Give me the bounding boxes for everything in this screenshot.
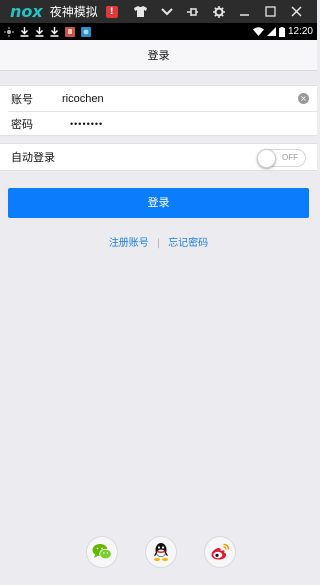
nox-logo: nox bbox=[10, 2, 43, 21]
app-notification-icon bbox=[65, 26, 75, 37]
login-form: 账号 ricochen × 密码 •••••••• bbox=[0, 85, 317, 136]
brightness-icon bbox=[4, 26, 14, 37]
password-input[interactable]: •••••••• bbox=[70, 119, 270, 129]
weibo-icon[interactable] bbox=[204, 536, 236, 568]
gear-icon[interactable] bbox=[206, 0, 232, 23]
auto-login-label: 自动登录 bbox=[11, 151, 55, 164]
emulator-title-bar: nox 夜神模拟 ! bbox=[0, 0, 317, 23]
close-icon[interactable] bbox=[284, 0, 310, 23]
password-label: 密码 bbox=[11, 118, 33, 131]
battery-icon bbox=[278, 26, 285, 37]
chevron-down-icon[interactable] bbox=[154, 0, 180, 23]
notification-icons bbox=[4, 26, 91, 37]
password-row: 密码 •••••••• bbox=[8, 111, 317, 136]
toggle-knob bbox=[257, 149, 276, 168]
nav-bar: 登录 bbox=[0, 40, 317, 71]
qq-icon[interactable] bbox=[145, 536, 177, 568]
register-link[interactable]: 注册账号 bbox=[109, 238, 149, 249]
pin-icon[interactable] bbox=[180, 0, 206, 23]
shirt-icon[interactable] bbox=[128, 0, 154, 23]
account-links: 注册账号 | 忘记密码 bbox=[0, 234, 317, 249]
page-title: 登录 bbox=[147, 49, 170, 62]
account-label: 账号 bbox=[11, 92, 33, 106]
clear-icon[interactable]: × bbox=[298, 93, 309, 104]
social-login bbox=[0, 536, 317, 568]
emulator-toolbar bbox=[128, 0, 310, 23]
maximize-icon[interactable] bbox=[258, 0, 284, 23]
download-icon bbox=[35, 26, 44, 37]
toggle-state-text: OFF bbox=[282, 153, 298, 162]
wechat-icon[interactable] bbox=[86, 536, 118, 568]
emulator-title: 夜神模拟 bbox=[49, 5, 98, 19]
login-button[interactable]: 登录 bbox=[8, 188, 309, 218]
system-icons: 12:20 bbox=[252, 26, 313, 37]
status-bar: 12:20 bbox=[0, 23, 317, 40]
forgot-password-link[interactable]: 忘记密码 bbox=[168, 238, 208, 249]
alert-icon[interactable]: ! bbox=[105, 5, 118, 18]
download-icon bbox=[50, 26, 59, 37]
wifi-icon bbox=[252, 27, 264, 36]
auto-login-toggle[interactable]: OFF bbox=[257, 149, 306, 168]
status-time: 12:20 bbox=[287, 26, 313, 37]
minimize-icon[interactable] bbox=[232, 0, 258, 23]
account-row: 账号 ricochen × bbox=[0, 86, 317, 111]
account-input[interactable]: ricochen bbox=[62, 93, 262, 105]
download-icon bbox=[20, 26, 29, 37]
auto-login-row: 自动登录 OFF bbox=[0, 143, 317, 171]
app-notification-icon bbox=[81, 26, 91, 37]
signal-icon bbox=[266, 27, 276, 36]
link-separator: | bbox=[156, 238, 161, 249]
